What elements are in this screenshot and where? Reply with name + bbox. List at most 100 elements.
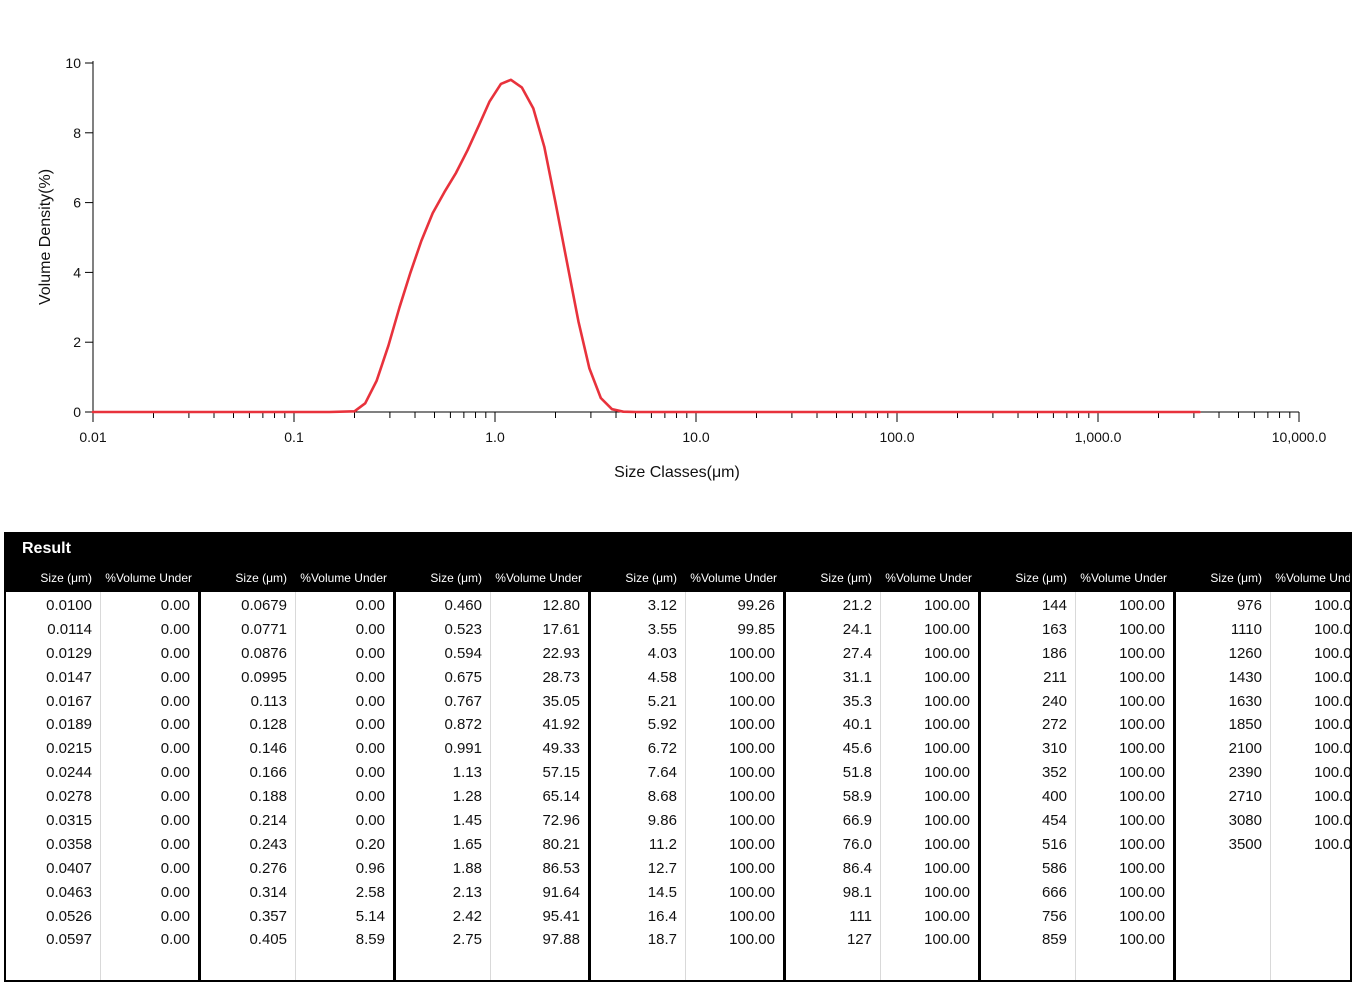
table-row: 12.7 100.00: [591, 857, 783, 881]
data-point: [364, 402, 367, 405]
data-point: [293, 411, 295, 413]
table-row: 310 100.00: [981, 737, 1173, 761]
table-row: 0.0597 0.00: [6, 928, 198, 952]
volume-under-cell: 0.00: [160, 644, 190, 662]
result-column-group: Size (μm) %Volume Under 976 100.00 1110 100.0…: [1176, 564, 1352, 980]
y-tick-label: 4: [73, 264, 81, 280]
volume-under-cell: 100.00: [924, 931, 970, 949]
size-cell: 58.9: [842, 788, 872, 806]
size-cell: 859: [1041, 931, 1067, 949]
volume-under-cell: 0.00: [355, 740, 385, 758]
data-point: [510, 78, 512, 81]
volume-under-cell: 100.00: [729, 812, 775, 830]
column-body: 144 100.00 163 100.00 186 100.00 211 100.00 240 1…: [981, 592, 1173, 980]
y-tick-label: 2: [73, 334, 81, 350]
volume-under-cell: 100.00: [729, 883, 775, 901]
volume-under-cell: 49.33: [542, 740, 580, 758]
size-column-header: Size (μm): [1015, 571, 1067, 585]
table-row: 5.21 100.00: [591, 690, 783, 714]
table-row: 1260 100.00: [1176, 642, 1350, 666]
chart-series: [91, 78, 1201, 414]
volume-under-cell: 41.92: [542, 716, 580, 734]
table-row: 2390 100.00: [1176, 761, 1350, 785]
table-row: 0.0315 0.00: [6, 809, 198, 833]
volume-under-cell: 0.00: [355, 716, 385, 734]
table-row: 111 100.00: [786, 905, 978, 929]
size-cell: 3.12: [647, 597, 677, 614]
table-row: 2.75 97.88: [396, 928, 588, 952]
table-row: 27.4 100.00: [786, 642, 978, 666]
size-cell: 0.0189: [46, 716, 92, 734]
volume-under-cell: 0.00: [160, 764, 190, 782]
data-point: [455, 172, 457, 174]
size-cell: 0.0244: [46, 764, 92, 782]
table-row: 18.7 100.00: [591, 928, 783, 952]
table-row: 0.276 0.96: [201, 857, 393, 881]
volume-under-cell: 100.00: [924, 835, 970, 853]
size-cell: 66.9: [842, 812, 872, 830]
data-point: [398, 306, 401, 309]
size-cell: 111: [849, 907, 872, 925]
volume-under-cell: 100.00: [1119, 764, 1165, 782]
table-row: 352 100.00: [981, 761, 1173, 785]
size-cell: 211: [1043, 668, 1067, 686]
data-point: [577, 320, 580, 323]
table-row: 0.146 0.00: [201, 737, 393, 761]
volume-under-cell: 5.14: [355, 907, 385, 925]
table-row: 0.0189 0.00: [6, 713, 198, 737]
size-cell: 4.58: [647, 668, 677, 686]
size-cell: 31.1: [842, 668, 872, 686]
volume-under-cell: 100.00: [1119, 620, 1165, 638]
table-row: 0.357 5.14: [201, 905, 393, 929]
volume-under-cell: 97.88: [542, 931, 580, 949]
table-row: 0.0147 0.00: [6, 666, 198, 690]
volume-under-cell: 0.00: [160, 812, 190, 830]
table-row: 0.0407 0.00: [6, 857, 198, 881]
size-cell: 0.0358: [46, 835, 92, 853]
volume-under-cell: 100.00: [924, 788, 970, 806]
table-row: 11.2 100.00: [591, 833, 783, 857]
table-row: 2710 100.00: [1176, 785, 1350, 809]
volume-under-cell: 0.00: [160, 907, 190, 925]
size-cell: 40.1: [842, 716, 872, 734]
table-row: 0.872 41.92: [396, 713, 588, 737]
volume-under-cell: 100.00: [1119, 740, 1165, 758]
table-row: 14.5 100.00: [591, 881, 783, 905]
size-cell: 0.0995: [241, 668, 287, 686]
table-row: 666 100.00: [981, 881, 1173, 905]
size-cell: 310: [1041, 740, 1067, 758]
table-row: 0.0358 0.00: [6, 833, 198, 857]
volume-under-cell: 0.00: [355, 644, 385, 662]
y-axis-title: Volume Density(%): [37, 169, 54, 305]
table-row: 1850 100.00: [1176, 713, 1350, 737]
size-column-header: Size (μm): [820, 571, 872, 585]
volume-under-cell: 22.93: [542, 644, 580, 662]
size-cell: 11.2: [648, 835, 677, 853]
volume-under-cell: 100.00: [1314, 835, 1352, 853]
table-row: 0.594 22.93: [396, 642, 588, 666]
size-cell: 2100: [1228, 740, 1262, 758]
x-tick-label: 10.0: [682, 429, 709, 445]
table-row: 0.0278 0.00: [6, 785, 198, 809]
table-row: 272 100.00: [981, 713, 1173, 737]
result-column-group: Size (μm) %Volume Under 21.2 100.00 24.1 100.…: [786, 564, 981, 980]
table-row: 66.9 100.00: [786, 809, 978, 833]
x-tick-label: 100.0: [879, 429, 914, 445]
size-cell: 0.166: [249, 764, 287, 782]
table-row: 35.3 100.00: [786, 690, 978, 714]
size-column-header: Size (μm): [235, 571, 287, 585]
size-cell: 0.0679: [241, 597, 287, 614]
table-row: 0.0995 0.00: [201, 666, 393, 690]
volume-under-column-header: %Volume Under: [1080, 571, 1167, 585]
volume-under-cell: 0.00: [160, 668, 190, 686]
size-cell: 0.0407: [46, 859, 92, 877]
table-row: 0.0129 0.00: [6, 642, 198, 666]
volume-under-cell: 0.00: [160, 597, 190, 614]
size-cell: 127: [846, 931, 872, 949]
data-point: [488, 100, 491, 103]
size-cell: 0.128: [249, 716, 287, 734]
table-row: 211 100.00: [981, 666, 1173, 690]
data-point: [409, 271, 412, 274]
table-row: 24.1 100.00: [786, 618, 978, 642]
volume-under-cell: 100.00: [1314, 740, 1352, 758]
